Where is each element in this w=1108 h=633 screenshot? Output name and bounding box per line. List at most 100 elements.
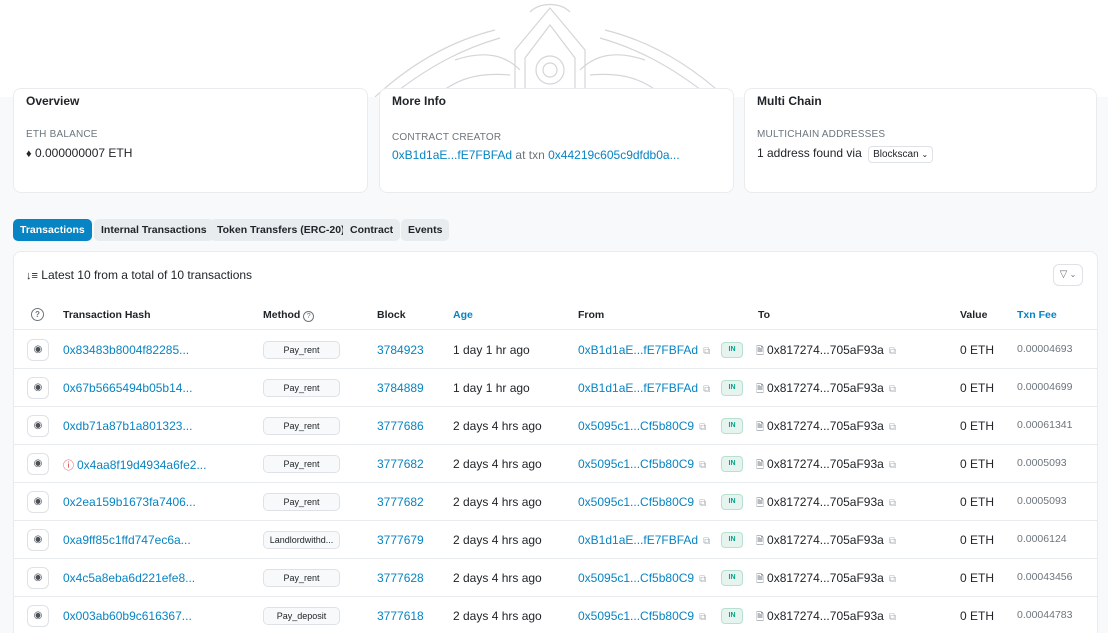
copy-icon[interactable]: ⧉ [703,384,710,395]
from-cell: 0xB1d1aE...fE7FBFAd ⧉ [578,533,710,547]
from-address-link[interactable]: 0xB1d1aE...fE7FBFAd [578,381,698,395]
eye-icon[interactable]: ◉ [27,529,49,551]
txn-hash-link[interactable]: 0x4aa8f19d4934a6fe2... [77,458,206,472]
copy-icon[interactable]: ⧉ [699,498,706,509]
txn-hash-link[interactable]: 0x67b5665494b05b14... [63,381,192,395]
method-badge: Pay_rent [263,569,340,587]
tab-token-transfers[interactable]: Token Transfers (ERC-20) [210,219,352,241]
eye-icon[interactable]: ◉ [27,415,49,437]
header-value: Value [960,309,988,321]
to-address[interactable]: 0x817274...705aF93a [767,381,884,395]
copy-icon[interactable]: ⧉ [703,536,710,547]
creator-txn-link[interactable]: 0x44219c605c9dfdb0a... [548,148,679,162]
table-row: ◉ 0xa9ff85c1ffd747ec6a... Landlordwithd...… [14,521,1097,559]
copy-icon[interactable]: ⧉ [889,460,896,471]
from-address-link[interactable]: 0x5095c1...Cf5b80C9 [578,457,694,471]
more-info-card: More Info CONTRACT CREATOR 0xB1d1aE...fE… [379,88,734,193]
age-cell: 2 days 4 hrs ago [453,609,542,623]
eye-icon[interactable]: ◉ [27,567,49,589]
txn-hash-link[interactable]: 0xa9ff85c1ffd747ec6a... [63,533,191,547]
copy-icon[interactable]: ⧉ [889,612,896,623]
txn-hash-link[interactable]: 0xdb71a87b1a801323... [63,419,192,433]
copy-icon[interactable]: ⧉ [699,422,706,433]
from-address-link[interactable]: 0x5095c1...Cf5b80C9 [578,495,694,509]
table-row: ◉ 0x4c5a8eba6d221efe8... Pay_rent 3777628 2 … [14,559,1097,597]
to-cell: 🗎 0x817274...705aF93a ⧉ [756,457,896,475]
copy-icon[interactable]: ⧉ [889,574,896,585]
eye-icon[interactable]: ◉ [27,605,49,627]
copy-icon[interactable]: ⧉ [703,346,710,357]
block-link[interactable]: 3777618 [377,609,424,623]
creator-address-link[interactable]: 0xB1d1aE...fE7FBFAd [392,148,512,162]
txn-hash-cell: 0x83483b8004f82285... [63,343,189,357]
block-link[interactable]: 3777682 [377,495,424,509]
txn-hash-link[interactable]: 0x2ea159b1673fa7406... [63,495,196,509]
multichain-found-text: 1 address found via [757,146,862,160]
to-address[interactable]: 0x817274...705aF93a [767,457,884,471]
header-age[interactable]: Age [453,309,473,321]
header-txn-fee[interactable]: Txn Fee [1017,309,1057,321]
block-link[interactable]: 3777679 [377,533,424,547]
copy-icon[interactable]: ⧉ [699,612,706,623]
to-address[interactable]: 0x817274...705aF93a [767,419,884,433]
copy-icon[interactable]: ⧉ [889,384,896,395]
txn-hash-cell: 0xa9ff85c1ffd747ec6a... [63,533,191,547]
from-cell: 0x5095c1...Cf5b80C9 ⧉ [578,571,706,585]
tab-contract[interactable]: Contract [343,219,401,241]
eye-icon[interactable]: ◉ [27,377,49,399]
eth-balance-label: ETH BALANCE [26,129,98,140]
to-address[interactable]: 0x817274...705aF93a [767,609,884,623]
tab-transactions[interactable]: Transactions [13,219,92,241]
tab-internal-transactions[interactable]: Internal Transactions [94,219,214,241]
txn-hash-link[interactable]: 0x4c5a8eba6d221efe8... [63,571,195,585]
contract-file-icon: 🗎 [756,422,765,433]
from-address-link[interactable]: 0x5095c1...Cf5b80C9 [578,571,694,585]
from-address-link[interactable]: 0xB1d1aE...fE7FBFAd [578,343,698,357]
value-cell: 0 ETH [960,533,995,547]
age-cell: 1 day 1 hr ago [453,381,530,395]
from-cell: 0x5095c1...Cf5b80C9 ⧉ [578,609,706,623]
from-cell: 0xB1d1aE...fE7FBFAd ⧉ [578,343,710,357]
chevron-down-icon: ⌄ [921,150,929,159]
contract-file-icon: 🗎 [756,536,765,547]
block-link[interactable]: 3777628 [377,571,424,585]
to-address[interactable]: 0x817274...705aF93a [767,343,884,357]
from-address-link[interactable]: 0x5095c1...Cf5b80C9 [578,419,694,433]
to-address[interactable]: 0x817274...705aF93a [767,533,884,547]
age-cell: 2 days 4 hrs ago [453,419,542,433]
copy-icon[interactable]: ⧉ [889,498,896,509]
tab-events[interactable]: Events [401,219,450,241]
copy-icon[interactable]: ⧉ [699,574,706,585]
from-address-link[interactable]: 0x5095c1...Cf5b80C9 [578,609,694,623]
eye-icon[interactable]: ◉ [27,453,49,475]
contract-file-icon: 🗎 [756,346,765,357]
txn-fee-cell: 0.0005093 [1017,495,1067,507]
header-method: Method ? [263,309,315,322]
block-link[interactable]: 3784923 [377,343,424,357]
method-badge: Pay_rent [263,379,340,397]
to-address[interactable]: 0x817274...705aF93a [767,495,884,509]
eye-icon[interactable]: ◉ [27,339,49,361]
eye-icon[interactable]: ◉ [27,491,49,513]
copy-icon[interactable]: ⧉ [889,346,896,357]
to-address[interactable]: 0x817274...705aF93a [767,571,884,585]
block-link[interactable]: 3784889 [377,381,424,395]
txn-hash-link[interactable]: 0x003ab60b9c616367... [63,609,192,623]
method-help-icon[interactable]: ? [303,311,315,322]
overview-title: Overview [26,94,80,108]
direction-badge: IN [721,342,743,358]
blockscan-dropdown[interactable]: Blockscan ⌄ [868,146,934,163]
help-icon[interactable]: ? [31,308,44,321]
copy-icon[interactable]: ⧉ [699,460,706,471]
copy-icon[interactable]: ⧉ [889,536,896,547]
method-badge: Pay_rent [263,455,340,473]
from-address-link[interactable]: 0xB1d1aE...fE7FBFAd [578,533,698,547]
to-cell: 🗎 0x817274...705aF93a ⧉ [756,419,896,437]
to-cell: 🗎 0x817274...705aF93a ⧉ [756,571,896,589]
block-link[interactable]: 3777686 [377,419,424,433]
copy-icon[interactable]: ⧉ [889,422,896,433]
txn-hash-link[interactable]: 0x83483b8004f82285... [63,343,189,357]
block-link[interactable]: 3777682 [377,457,424,471]
filter-button[interactable]: ▽ ⌄ [1053,264,1083,286]
direction-badge: IN [721,494,743,510]
